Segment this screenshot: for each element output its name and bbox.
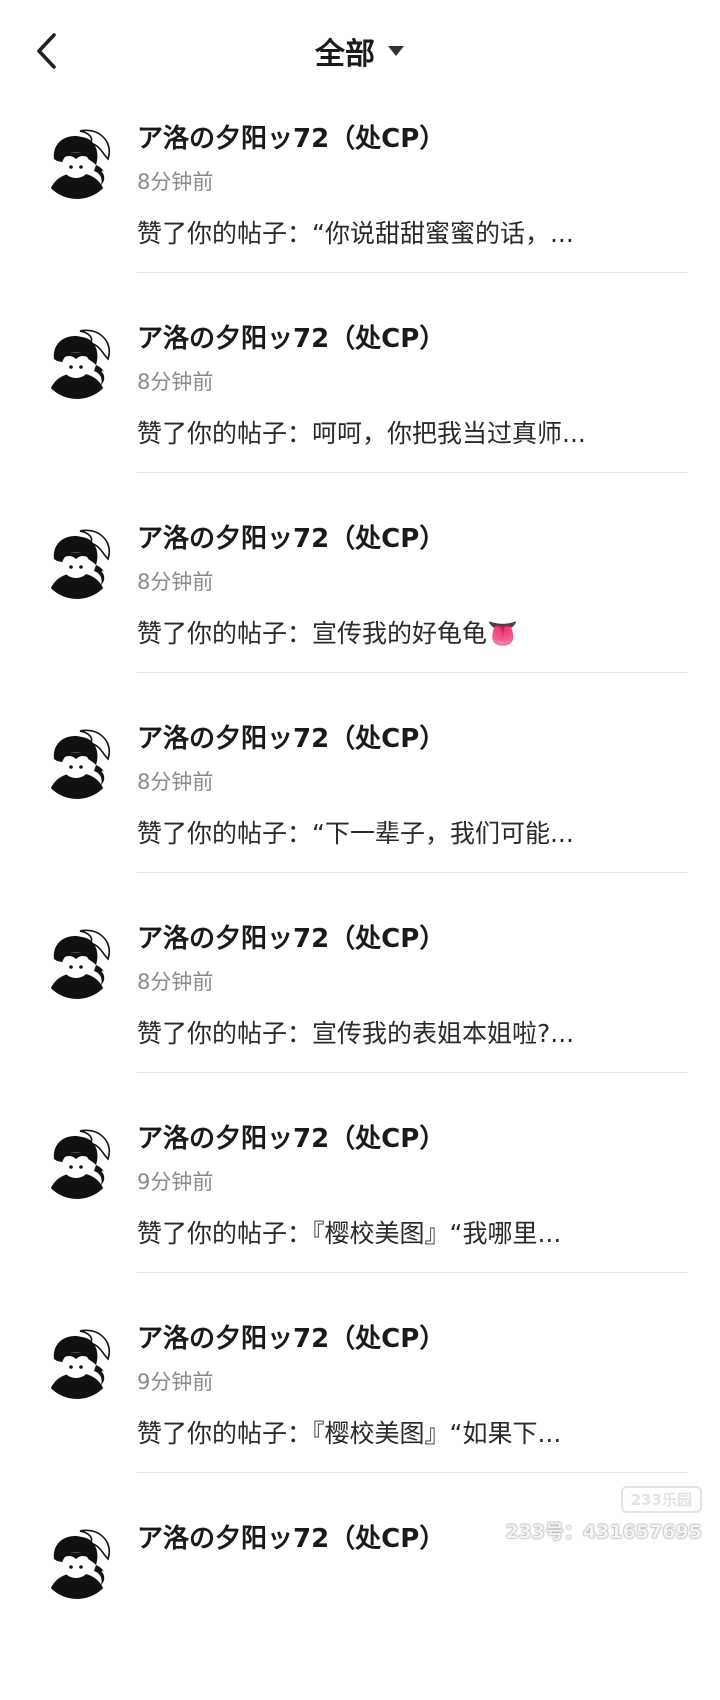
divider [137,472,687,473]
notification-list: ア洛の夕阳ッ72（处CP） 8分钟前 赞了你的帖子：“你说甜甜蜜蜜的话，... ア洛… [0,100,720,1700]
header-bar: 全部 [0,0,720,100]
notification-message: 赞了你的帖子：『樱校美图』“我哪里... [137,1219,562,1248]
avatar[interactable] [40,525,114,599]
avatar-illustration [40,1525,114,1599]
avatar-illustration [40,925,114,999]
notification-item[interactable]: ア洛の夕阳ッ72（处CP） 8分钟前赞了你的帖子：宣传我的好龟龟👅 [0,500,720,700]
notification-item[interactable]: ア洛の夕阳ッ72（处CP） 8分钟前赞了你的帖子：呵呵，你把我当过真师... [0,300,720,500]
filter-dropdown[interactable]: 全部 [0,28,720,74]
divider [137,872,687,873]
user-name[interactable]: ア洛の夕阳ッ72（处CP） [137,518,445,555]
timestamp: 8分钟前 [137,570,214,594]
user-name[interactable]: ア洛の夕阳ッ72（处CP） [137,1318,445,1355]
avatar[interactable] [40,925,114,999]
timestamp: 8分钟前 [137,970,214,994]
caret-down-icon [388,46,404,56]
user-name[interactable]: ア洛の夕阳ッ72（处CP） [137,118,445,155]
avatar-illustration [40,325,114,399]
user-name[interactable]: ア洛の夕阳ッ72（处CP） [137,1518,445,1555]
divider [137,672,687,673]
avatar[interactable] [40,125,114,199]
timestamp: 8分钟前 [137,370,214,394]
timestamp: 9分钟前 [137,1170,214,1194]
notification-item[interactable]: ア洛の夕阳ッ72（处CP） 8分钟前赞了你的帖子：“下一辈子，我们可能... [0,700,720,900]
notification-item[interactable]: ア洛の夕阳ッ72（处CP） 8分钟前赞了你的帖子：“你说甜甜蜜蜜的话，... [0,100,720,300]
notification-item[interactable]: ア洛の夕阳ッ72（处CP） 8分钟前赞了你的帖子：宣传我的表姐本姐啦?... [0,900,720,1100]
notification-item[interactable]: ア洛の夕阳ッ72（处CP） 9分钟前赞了你的帖子：『樱校美图』“如果下... [0,1300,720,1500]
avatar[interactable] [40,1325,114,1399]
notification-message: 赞了你的帖子：宣传我的好龟龟👅 [137,619,519,648]
user-name[interactable]: ア洛の夕阳ッ72（处CP） [137,318,445,355]
timestamp: 9分钟前 [137,1370,214,1394]
user-name[interactable]: ア洛の夕阳ッ72（处CP） [137,1118,445,1155]
user-name[interactable]: ア洛の夕阳ッ72（处CP） [137,918,445,955]
avatar[interactable] [40,1525,114,1599]
timestamp: 8分钟前 [137,170,214,194]
notification-item[interactable]: ア洛の夕阳ッ72（处CP） 9分钟前赞了你的帖子：『樱校美图』“我哪里... [0,1100,720,1300]
avatar-illustration [40,1125,114,1199]
notification-message: 赞了你的帖子：呵呵，你把我当过真师... [137,419,586,448]
notification-message: 赞了你的帖子：宣传我的表姐本姐啦?... [137,1019,575,1048]
notification-item[interactable]: ア洛の夕阳ッ72（处CP） [0,1500,720,1700]
timestamp: 8分钟前 [137,770,214,794]
avatar-illustration [40,725,114,799]
divider [137,1272,687,1273]
page-title: 全部 [315,37,375,72]
avatar-illustration [40,525,114,599]
notification-message: 赞了你的帖子：“你说甜甜蜜蜜的话，... [137,219,574,248]
avatar[interactable] [40,325,114,399]
notification-message: 赞了你的帖子：『樱校美图』“如果下... [137,1419,562,1448]
divider [137,272,687,273]
user-name[interactable]: ア洛の夕阳ッ72（处CP） [137,718,445,755]
avatar[interactable] [40,725,114,799]
notification-message: 赞了你的帖子：“下一辈子，我们可能... [137,819,574,848]
avatar-illustration [40,1325,114,1399]
divider [137,1472,687,1473]
avatar-illustration [40,125,114,199]
divider [137,1072,687,1073]
avatar[interactable] [40,1125,114,1199]
